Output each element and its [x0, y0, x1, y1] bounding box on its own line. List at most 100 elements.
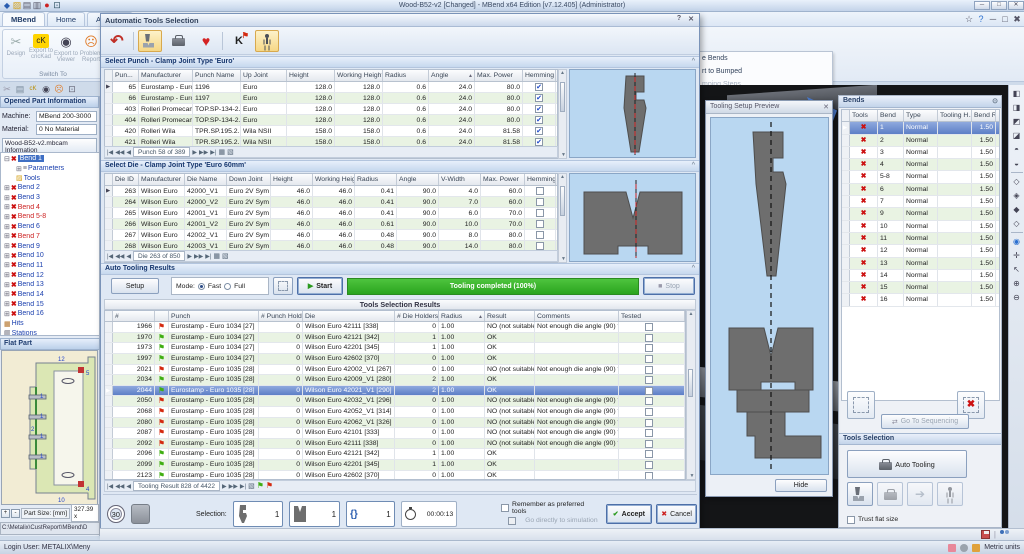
punch-die-button[interactable] — [138, 30, 162, 52]
column-header-hemming[interactable]: Hemming — [523, 70, 556, 81]
viewer-icon[interactable]: ◉ — [41, 84, 51, 95]
tested-checkbox[interactable] — [645, 387, 653, 395]
menu-item-convert-bumped[interactable]: rt to Bumped — [698, 65, 832, 78]
row-selector[interactable] — [842, 245, 850, 256]
next-icon[interactable]: ▶ — [192, 149, 197, 156]
collapse-icon[interactable]: ^ — [692, 58, 695, 65]
minimize-button[interactable]: ─ — [974, 1, 990, 10]
bend-row[interactable]: ✖4Normal1.50 — [842, 159, 999, 171]
export-cnckad-button[interactable]: cKExport to cncKad — [29, 33, 53, 60]
expand-icon[interactable]: ⊞ — [4, 203, 10, 211]
design-button[interactable]: ✂Design — [4, 33, 28, 57]
first-page-icon[interactable]: |◀ — [107, 149, 113, 156]
column-header-radius[interactable]: Radius — [383, 70, 429, 81]
support-icon[interactable] — [960, 544, 968, 552]
undo-button[interactable]: ↶ — [105, 30, 129, 52]
tree-item-hits[interactable]: ▦Hits — [1, 319, 99, 329]
menu-item-bends[interactable]: e Bends — [698, 52, 832, 65]
bend-row[interactable]: ✖10Normal1.50 — [842, 221, 999, 233]
first-page-icon[interactable]: |◀ — [107, 253, 113, 260]
punch-row[interactable]: 404Rolleri PromecamTOP.SP-134-2...Euro12… — [105, 115, 557, 126]
bend-row[interactable]: ✖12Normal1.50 — [842, 245, 999, 257]
column-header--die-holders[interactable]: # Die Holders — [395, 311, 439, 321]
report-path[interactable]: C:\Metalix\CustReport\MBend\D — [0, 522, 100, 535]
bend-row[interactable]: ✖2Normal1.50 — [842, 135, 999, 147]
bend-row[interactable]: ✖14Normal1.50 — [842, 270, 999, 282]
result-row[interactable]: ▶2044⚑Eurostamp - Euro 1035 [28]0Wilson … — [105, 386, 685, 397]
result-row[interactable]: 2099⚑Eurostamp - Euro 1035 [28]0Wilson E… — [105, 460, 685, 471]
bend-row[interactable]: ✖7Normal1.50 — [842, 196, 999, 208]
tested-checkbox[interactable] — [645, 344, 653, 352]
column-header-angle[interactable]: Angle — [397, 174, 439, 185]
palette-icon[interactable] — [972, 544, 980, 552]
row-selector[interactable]: ▶ — [105, 186, 113, 196]
row-selector[interactable] — [842, 282, 850, 293]
column-header-flag[interactable] — [155, 311, 169, 321]
column-header-bend-r-[interactable]: Bend R... — [972, 110, 996, 121]
punch-row[interactable]: 403Rolleri PromecamTOP.SP-134-2...Euro12… — [105, 104, 557, 115]
close-button[interactable]: ✕ — [1008, 1, 1024, 10]
tested-checkbox[interactable] — [645, 461, 653, 469]
result-row[interactable]: 2092⚑Eurostamp - Euro 1035 [28]0Wilson E… — [105, 439, 685, 450]
row-selector[interactable] — [842, 221, 850, 232]
setup-button[interactable]: Setup — [111, 278, 159, 294]
mdi-close-button[interactable]: ✖ — [1012, 14, 1022, 25]
column-header-die-id[interactable]: Die ID — [113, 174, 139, 185]
zoom-in-part-button[interactable]: + — [1, 509, 10, 518]
bend-row[interactable]: ▶✖1Normal1.50 — [842, 122, 999, 134]
pin-icon[interactable]: ⊙ — [992, 97, 998, 105]
row-selector[interactable] — [105, 208, 113, 218]
expand-icon[interactable]: ⊞ — [4, 232, 10, 240]
bend-row[interactable]: ✖16Normal1.50 — [842, 294, 999, 306]
pin-icon[interactable]: ☆ — [964, 14, 974, 25]
column-header-punch-name[interactable]: Punch Name — [193, 70, 241, 81]
window-icon[interactable]: ⊡ — [67, 84, 77, 95]
column-header-down-joint[interactable]: Down Joint — [227, 174, 271, 185]
punch-die-button[interactable] — [847, 482, 873, 506]
expand-icon[interactable]: ⊞ — [4, 310, 10, 318]
tested-checkbox[interactable] — [645, 440, 653, 448]
expand-icon[interactable]: ⊟ — [4, 155, 10, 163]
column-header-working-height[interactable]: Working Height — [335, 70, 383, 81]
next-icon[interactable]: ▶ — [187, 253, 192, 260]
close-preview-icon[interactable]: ✕ — [823, 103, 829, 111]
view-iso2-icon[interactable]: ◈ — [1012, 190, 1022, 201]
hemming-checkbox[interactable] — [536, 220, 544, 228]
expand-icon[interactable]: ⊞ — [4, 184, 10, 192]
zoom-out-part-button[interactable]: - — [11, 509, 20, 518]
zoom-out-icon[interactable]: ⊖ — [1012, 292, 1022, 303]
view-top-icon[interactable]: ◓ — [1012, 144, 1022, 155]
result-row[interactable]: 1997⚑Eurostamp - Euro 1034 [27]0Wilson E… — [105, 354, 685, 365]
next-fast-icon[interactable]: ▶▶ — [199, 149, 208, 156]
bend-row[interactable]: ✖13Normal1.50 — [842, 258, 999, 270]
expand-icon[interactable]: ⊞ — [4, 290, 10, 298]
tested-checkbox[interactable] — [645, 376, 653, 384]
hemming-checkbox[interactable]: ✔ — [535, 83, 543, 91]
filter-icon[interactable]: ▧ — [248, 482, 255, 490]
start-button[interactable]: ▶Start — [297, 277, 343, 295]
column-header-v-width[interactable]: V-Width — [439, 174, 481, 185]
select-all-bends-button[interactable] — [847, 391, 875, 419]
column-header-angle[interactable]: Angle▲ — [429, 70, 475, 81]
column-header-type[interactable]: Type — [904, 110, 938, 121]
view-left-icon[interactable]: ◩ — [1012, 116, 1022, 127]
clamp-icon[interactable] — [131, 504, 150, 524]
tree-item-bend-5-8[interactable]: ⊞✖Bend 5-8 — [1, 212, 99, 222]
tested-checkbox[interactable] — [645, 334, 653, 342]
preview-canvas[interactable] — [710, 117, 829, 475]
tab-mbend[interactable]: MBend — [2, 12, 45, 26]
row-selector[interactable] — [842, 294, 850, 305]
tree-item-bend-2[interactable]: ⊞✖Bend 2 — [1, 183, 99, 193]
tested-checkbox[interactable] — [645, 408, 653, 416]
fast-radio[interactable] — [198, 283, 205, 290]
first-page-icon[interactable]: |◀ — [107, 483, 113, 490]
row-selector[interactable] — [105, 375, 113, 385]
row-selector[interactable] — [842, 171, 850, 182]
view-back-icon[interactable]: ◨ — [1012, 102, 1022, 113]
problem-icon[interactable]: ☹ — [54, 84, 64, 95]
row-selector[interactable] — [105, 322, 113, 332]
column-header-comments[interactable]: Comments — [535, 311, 619, 321]
result-row[interactable]: 1970⚑Eurostamp - Euro 1034 [27]0Wilson E… — [105, 333, 685, 344]
bend-row[interactable]: ✖9Normal1.50 — [842, 208, 999, 220]
next-icon[interactable]: ▶ — [222, 483, 227, 490]
